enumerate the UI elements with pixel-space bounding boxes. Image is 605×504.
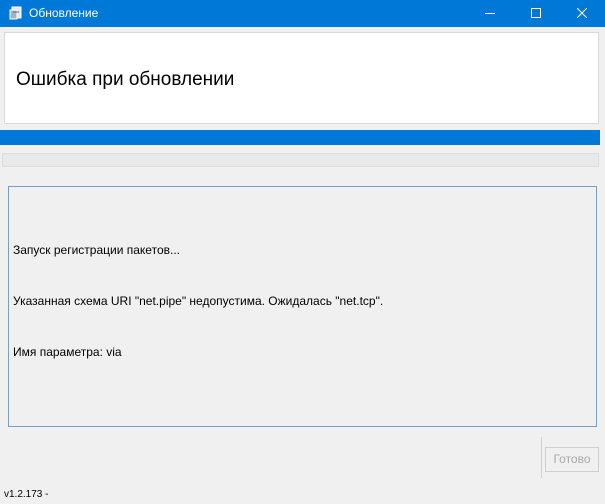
log-line: Имя параметра: via [13, 345, 122, 359]
maximize-icon [531, 5, 541, 23]
log-line: Запуск регистрации пакетов... [13, 243, 180, 257]
minimize-icon [485, 5, 495, 23]
window-title: Обновление [29, 6, 99, 20]
log-text: Запуск регистрации пакетов... Указанная … [13, 208, 383, 395]
close-icon [576, 5, 588, 23]
log-output[interactable]: Запуск регистрации пакетов... Указанная … [8, 186, 597, 427]
maximize-button[interactable] [513, 0, 559, 27]
done-button-area: Готово [541, 437, 601, 478]
done-button[interactable]: Готово [545, 447, 599, 472]
page-title: Ошибка при обновлении [16, 69, 235, 90]
close-button[interactable] [559, 0, 605, 27]
secondary-progress-bar [2, 153, 599, 167]
app-icon [9, 6, 23, 20]
minimize-button[interactable] [467, 0, 513, 27]
version-label: v1.2.173 - [4, 489, 49, 500]
title-bar[interactable]: Обновление [0, 0, 605, 27]
progress-fill [0, 130, 600, 145]
update-progress-bar [0, 130, 600, 145]
log-line: Указанная схема URI "net.pipe" недопусти… [13, 294, 384, 308]
header-panel: Ошибка при обновлении [4, 32, 599, 124]
